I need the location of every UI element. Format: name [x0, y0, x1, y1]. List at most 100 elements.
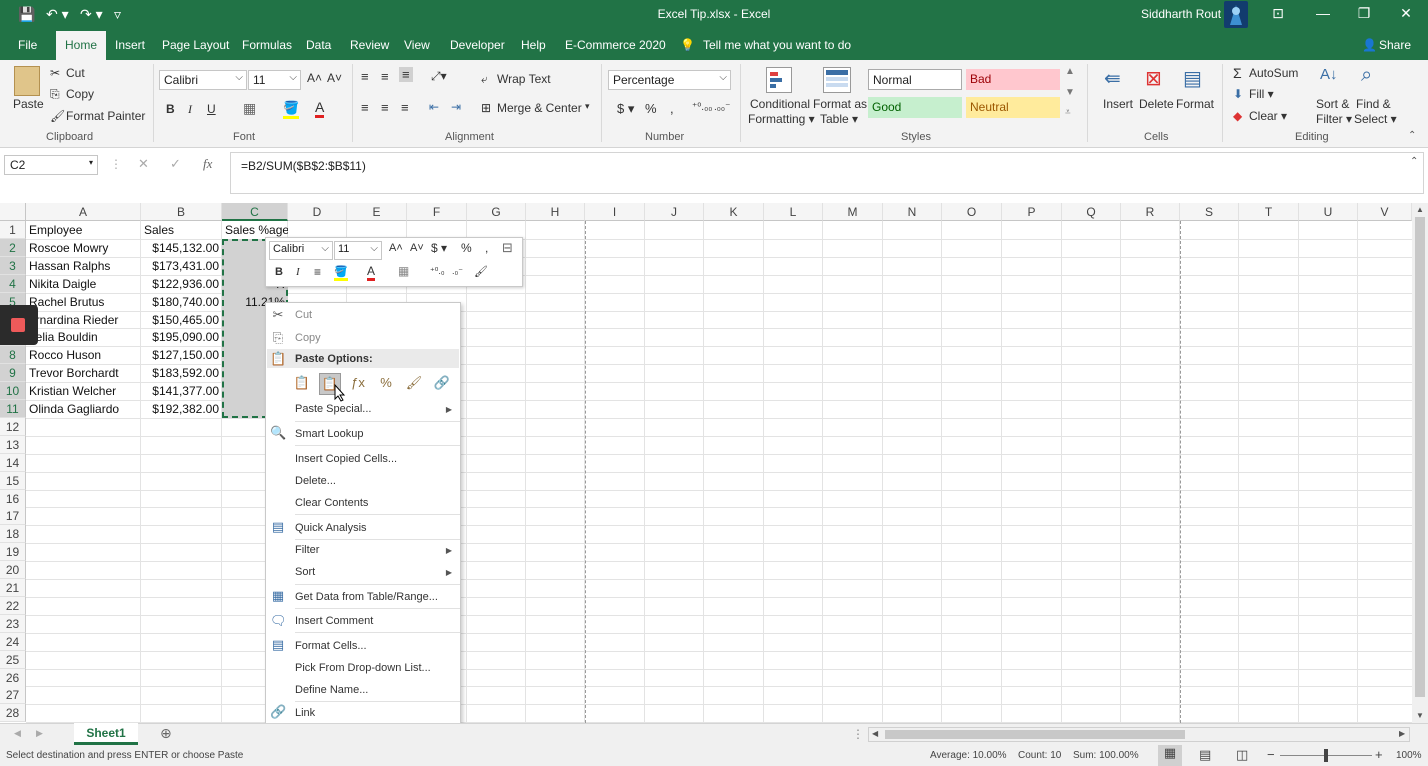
mini-format-painter-icon[interactable]: 🖌 [474, 265, 488, 278]
mini-font-name-select[interactable]: Calibri ⌵ [269, 241, 333, 260]
borders-icon[interactable]: ▦ [243, 100, 256, 117]
row-header[interactable]: 23 [0, 614, 26, 633]
row-header[interactable]: 3 [0, 256, 26, 275]
bold-button[interactable]: B [166, 102, 175, 116]
cell-employee[interactable]: Hassan Ralphs [26, 257, 141, 275]
style-normal[interactable]: Normal [868, 69, 962, 90]
column-header[interactable]: F [407, 203, 467, 221]
font-color-icon[interactable]: A [315, 99, 325, 118]
menu-delete[interactable]: Delete... [295, 475, 336, 487]
row-header[interactable]: 22 [0, 596, 26, 615]
align-right-icon[interactable]: ≡ [401, 100, 409, 115]
increase-decimal-icon[interactable]: ⁺⁰.₀₀ [692, 102, 712, 113]
sort-filter-icon[interactable]: A↓ [1320, 66, 1338, 83]
tab-help[interactable]: Help [521, 38, 546, 52]
close-icon[interactable]: ✕ [1396, 5, 1416, 22]
status-average[interactable]: Average: 10.00% [930, 750, 1007, 761]
italic-button[interactable]: I [188, 102, 192, 117]
mini-font-color-icon[interactable]: A [367, 264, 376, 281]
format-painter-icon[interactable]: 🖌 [50, 109, 65, 123]
zoom-in-icon[interactable]: + [1375, 747, 1383, 762]
row-header[interactable]: 10 [0, 382, 26, 401]
paste-formulas-number-format-icon[interactable]: % [375, 373, 397, 395]
cell-employee[interactable]: ernardina Rieder [26, 311, 141, 329]
mini-decrease-decimal-icon[interactable]: .₀⁻ [452, 266, 463, 277]
restore-icon[interactable]: ❐ [1354, 5, 1374, 22]
cell-sales[interactable]: $150,465.00 [141, 311, 222, 329]
user-name[interactable]: Siddharth Rout [1141, 7, 1221, 21]
mini-center-icon[interactable]: ≡ [314, 265, 321, 279]
row-header[interactable]: 14 [0, 453, 26, 472]
status-sum[interactable]: Sum: 100.00% [1073, 750, 1139, 761]
align-center-icon[interactable]: ≡ [381, 100, 389, 115]
find-select-button[interactable]: Select ▾ [1354, 112, 1397, 126]
tab-review[interactable]: Review [350, 38, 389, 52]
percent-icon[interactable]: % [645, 101, 657, 116]
styles-scroll-up-icon[interactable]: ▲ [1065, 66, 1075, 77]
cell-employee[interactable]: Kristian Welcher [26, 382, 141, 400]
decrease-indent-icon[interactable]: ⇤ [429, 100, 439, 114]
column-header[interactable]: V [1358, 203, 1412, 221]
find-select-icon[interactable]: ⌕ [1361, 64, 1372, 87]
menu-insert-comment[interactable]: Insert Comment [295, 615, 373, 627]
style-good[interactable]: Good [868, 97, 962, 118]
styles-more-icon[interactable]: ⩡ [1065, 107, 1071, 118]
column-header[interactable]: H [526, 203, 585, 221]
fill-button[interactable]: Fill ▾ [1249, 87, 1274, 101]
format-as-table-icon[interactable] [823, 67, 851, 93]
horizontal-scroll-thumb[interactable] [885, 730, 1185, 739]
grow-font-icon[interactable]: A˄ [307, 71, 322, 85]
ribbon-display-icon[interactable]: ⊡ [1268, 5, 1288, 22]
confirm-entry-icon[interactable]: ✓ [170, 156, 181, 172]
menu-filter[interactable]: Filter [295, 544, 319, 556]
column-header[interactable]: T [1239, 203, 1299, 221]
menu-format-cells[interactable]: Format Cells... [295, 640, 367, 652]
column-header[interactable]: D [288, 203, 347, 221]
column-header[interactable]: A [26, 203, 141, 221]
delete-cells-button[interactable]: Delete [1139, 97, 1174, 111]
paste-button[interactable]: Paste [13, 97, 44, 111]
column-header[interactable]: I [585, 203, 645, 221]
column-header[interactable]: B [141, 203, 222, 221]
vertical-scrollbar[interactable]: ▲ ▼ [1412, 203, 1428, 723]
tab-developer[interactable]: Developer [450, 38, 505, 52]
style-neutral[interactable]: Neutral [966, 97, 1060, 118]
style-bad[interactable]: Bad [966, 69, 1060, 90]
menu-clear-contents[interactable]: Clear Contents [295, 497, 368, 509]
tab-ecommerce[interactable]: E-Commerce 2020 [565, 38, 666, 52]
tell-me-search[interactable]: Tell me what you want to do [703, 38, 851, 52]
menu-smart-lookup[interactable]: Smart Lookup [295, 428, 363, 440]
row-header[interactable]: 20 [0, 561, 26, 580]
expand-formula-bar-icon[interactable]: ⌃ [1410, 156, 1418, 167]
autosum-button[interactable]: AutoSum [1249, 66, 1298, 80]
cell-employee[interactable]: delia Bouldin [26, 328, 141, 346]
tab-formulas[interactable]: Formulas [242, 38, 292, 52]
select-all-corner[interactable] [0, 203, 26, 221]
format-painter-button[interactable]: Format Painter [66, 109, 145, 123]
menu-get-data[interactable]: Get Data from Table/Range... [295, 591, 438, 603]
row-header[interactable]: 27 [0, 686, 26, 705]
format-as-table-label[interactable]: Format as [813, 97, 867, 111]
mini-bold-button[interactable]: B [275, 266, 283, 278]
row-header[interactable]: 2 [0, 238, 26, 257]
zoom-level[interactable]: 100% [1396, 750, 1422, 761]
zoom-out-icon[interactable]: − [1267, 747, 1275, 762]
tab-view[interactable]: View [404, 38, 430, 52]
row-header[interactable]: 26 [0, 668, 26, 687]
cell-sales[interactable]: $180,740.00 [141, 293, 222, 311]
copy-icon[interactable]: ⎘ [50, 87, 60, 102]
row-header[interactable]: 13 [0, 435, 26, 454]
row-header[interactable]: 12 [0, 417, 26, 436]
row-header[interactable]: 24 [0, 632, 26, 651]
shrink-font-icon[interactable]: A˅ [327, 71, 342, 85]
underline-button[interactable]: U [207, 102, 216, 116]
cell-employee[interactable]: Rachel Brutus [26, 293, 141, 311]
column-header[interactable]: G [467, 203, 526, 221]
mini-currency-icon[interactable]: $ ▾ [431, 241, 447, 255]
cell-sales[interactable]: $145,132.00 [141, 239, 222, 257]
format-as-table-button[interactable]: Table ▾ [820, 112, 858, 126]
mini-percent-icon[interactable]: % [461, 241, 472, 255]
column-header[interactable]: L [764, 203, 823, 221]
paste-formulas-icon[interactable]: ƒx [347, 373, 369, 395]
decrease-decimal-icon[interactable]: .₀₀⁻ [714, 102, 730, 113]
